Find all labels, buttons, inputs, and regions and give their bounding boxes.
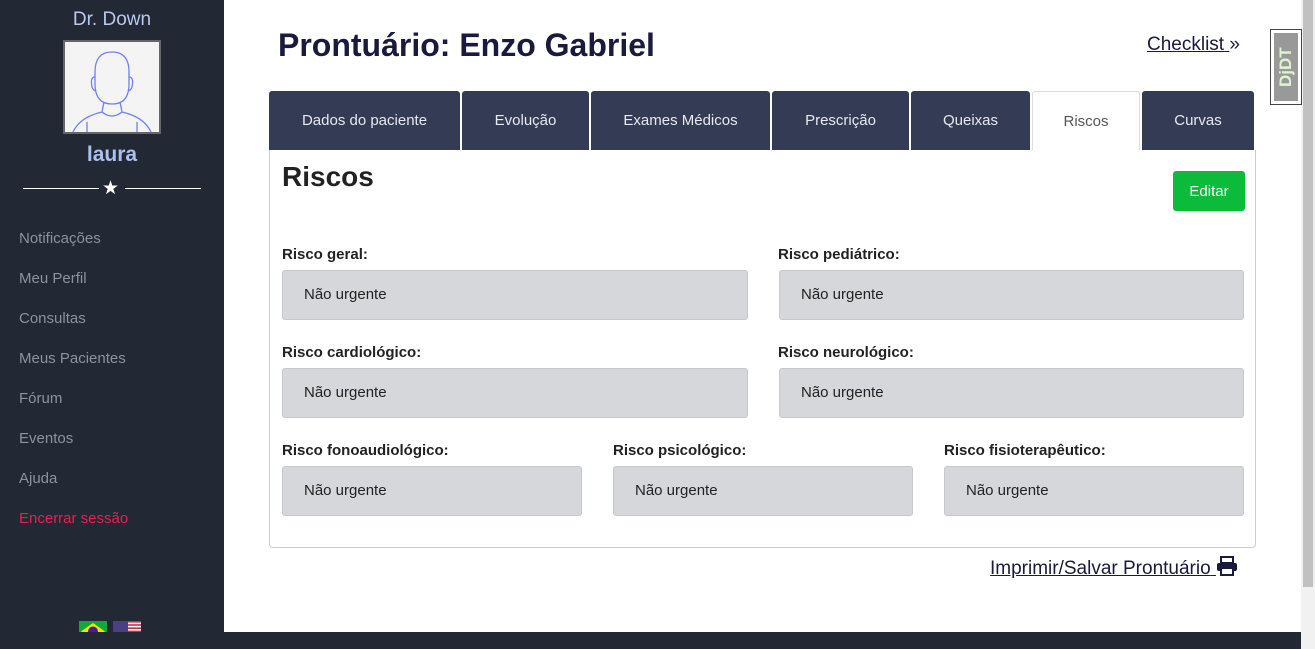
divider: ★ (23, 178, 201, 199)
field-value: Não urgente (779, 270, 1244, 320)
field-label: Risco geral: (282, 246, 368, 263)
star-icon: ★ (102, 178, 120, 199)
page-title: Prontuário: Enzo Gabriel (278, 27, 655, 63)
tab-queixas[interactable]: Queixas (911, 91, 1030, 150)
field-label: Risco psicológico: (613, 442, 747, 459)
field-risco-neurologico: Risco neurológico: Não urgente (778, 344, 1244, 418)
tab-riscos[interactable]: Riscos (1032, 91, 1140, 150)
sidebar-item-eventos[interactable]: Eventos (0, 419, 224, 459)
tab-dados-do-paciente[interactable]: Dados do paciente (269, 91, 460, 150)
field-label: Risco fonoaudiológico: (282, 442, 449, 459)
riscos-panel: Riscos Editar Risco geral: Não urgente Ri… (269, 150, 1256, 548)
debug-toolbar-toggle[interactable]: DjDT (1270, 29, 1302, 105)
ddt-logo: DjDT (1274, 33, 1298, 101)
field-value: Não urgente (282, 368, 748, 418)
field-risco-pediatrico: Risco pediátrico: Não urgente (778, 246, 1244, 320)
field-risco-fonoaudiologico: Risco fonoaudiológico: Não urgente (282, 442, 582, 516)
field-value: Não urgente (613, 466, 913, 516)
username: laura (86, 143, 138, 166)
checklist-label: Checklist (1147, 34, 1225, 55)
field-value: Não urgente (944, 466, 1244, 516)
checklist-link[interactable]: Checklist » (1147, 34, 1240, 56)
field-risco-fisioterapeutico: Risco fisioterapêutico: Não urgente (944, 442, 1244, 516)
field-label: Risco cardiológico: (282, 344, 422, 361)
scrollbar[interactable] (1301, 0, 1315, 649)
sidebar-item-meu-perfil[interactable]: Meu Perfil (0, 259, 224, 299)
sidebar-item-meus-pacientes[interactable]: Meus Pacientes (0, 339, 224, 379)
tab-prescricao[interactable]: Prescrição (772, 91, 909, 150)
tab-bar: Dados do paciente Evolução Exames Médico… (269, 91, 1254, 150)
user-icon (72, 51, 152, 133)
field-risco-cardiologico: Risco cardiológico: Não urgente (282, 344, 748, 418)
field-value: Não urgente (282, 270, 748, 320)
field-risco-geral: Risco geral: Não urgente (282, 246, 748, 320)
field-value: Não urgente (779, 368, 1244, 418)
field-label: Risco pediátrico: (778, 246, 900, 263)
tab-exames-medicos[interactable]: Exames Médicos (591, 91, 770, 150)
field-label: Risco neurológico: (778, 344, 914, 361)
sidebar: Dr. Down laura ★ Notificações Meu Perfil… (0, 0, 224, 649)
print-label: Imprimir/Salvar Prontuário (990, 558, 1211, 579)
sidebar-item-encerrar-sessao[interactable]: Encerrar sessão (0, 499, 224, 539)
brand: Dr. Down (72, 9, 152, 30)
tab-curvas[interactable]: Curvas (1142, 91, 1254, 150)
field-risco-psicologico: Risco psicológico: Não urgente (613, 442, 913, 516)
field-value: Não urgente (282, 466, 582, 516)
sidebar-item-forum[interactable]: Fórum (0, 379, 224, 419)
avatar[interactable] (63, 40, 161, 134)
sidebar-nav: Notificações Meu Perfil Consultas Meus P… (0, 219, 224, 539)
sidebar-item-ajuda[interactable]: Ajuda (0, 459, 224, 499)
bottom-bar (0, 632, 1301, 649)
printer-icon (1216, 556, 1237, 576)
double-chevron-right-icon: » (1229, 34, 1240, 55)
edit-button[interactable]: Editar (1173, 171, 1245, 211)
sidebar-item-consultas[interactable]: Consultas (0, 299, 224, 339)
panel-title: Riscos (282, 161, 374, 192)
field-label: Risco fisioterapêutico: (944, 442, 1106, 459)
tab-evolucao[interactable]: Evolução (462, 91, 589, 150)
sidebar-item-notificacoes[interactable]: Notificações (0, 219, 224, 259)
print-save-link[interactable]: Imprimir/Salvar Prontuário (990, 556, 1238, 580)
